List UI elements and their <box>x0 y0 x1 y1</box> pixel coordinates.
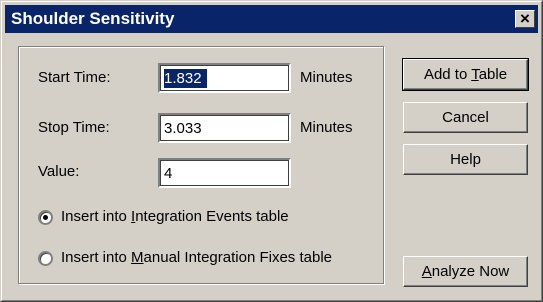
value-field[interactable] <box>158 158 291 188</box>
shoulder-sensitivity-dialog: Shoulder Sensitivity × Start Time: Minut… <box>0 0 543 302</box>
stop-time-unit: Minutes <box>300 119 353 136</box>
add-to-table-button[interactable]: Add to Table <box>402 58 529 91</box>
value-input[interactable] <box>162 161 289 185</box>
start-time-unit: Minutes <box>300 69 353 86</box>
integration-events-option-label[interactable]: Insert into Integration Events table <box>61 208 289 225</box>
radio-selected-dot <box>43 215 48 220</box>
manual-integration-fixes-radio[interactable] <box>38 251 53 266</box>
start-time-label: Start Time: <box>38 69 111 86</box>
start-time-field[interactable] <box>158 63 291 93</box>
close-icon: × <box>520 9 530 28</box>
value-label: Value: <box>38 163 80 180</box>
stop-time-input[interactable] <box>162 116 289 140</box>
window-title: Shoulder Sensitivity <box>11 9 175 28</box>
stop-time-label: Stop Time: <box>38 119 110 136</box>
help-button[interactable]: Help <box>403 144 528 175</box>
title-bar[interactable]: Shoulder Sensitivity × <box>5 5 538 33</box>
start-time-input[interactable] <box>162 66 289 90</box>
cancel-button[interactable]: Cancel <box>403 102 528 133</box>
integration-events-radio[interactable] <box>38 210 53 225</box>
stop-time-field[interactable] <box>158 113 291 143</box>
analyze-now-button[interactable]: Analyze Now <box>403 256 528 287</box>
close-button[interactable]: × <box>515 9 535 28</box>
manual-integration-fixes-option-label[interactable]: Insert into Manual Integration Fixes tab… <box>61 249 332 266</box>
